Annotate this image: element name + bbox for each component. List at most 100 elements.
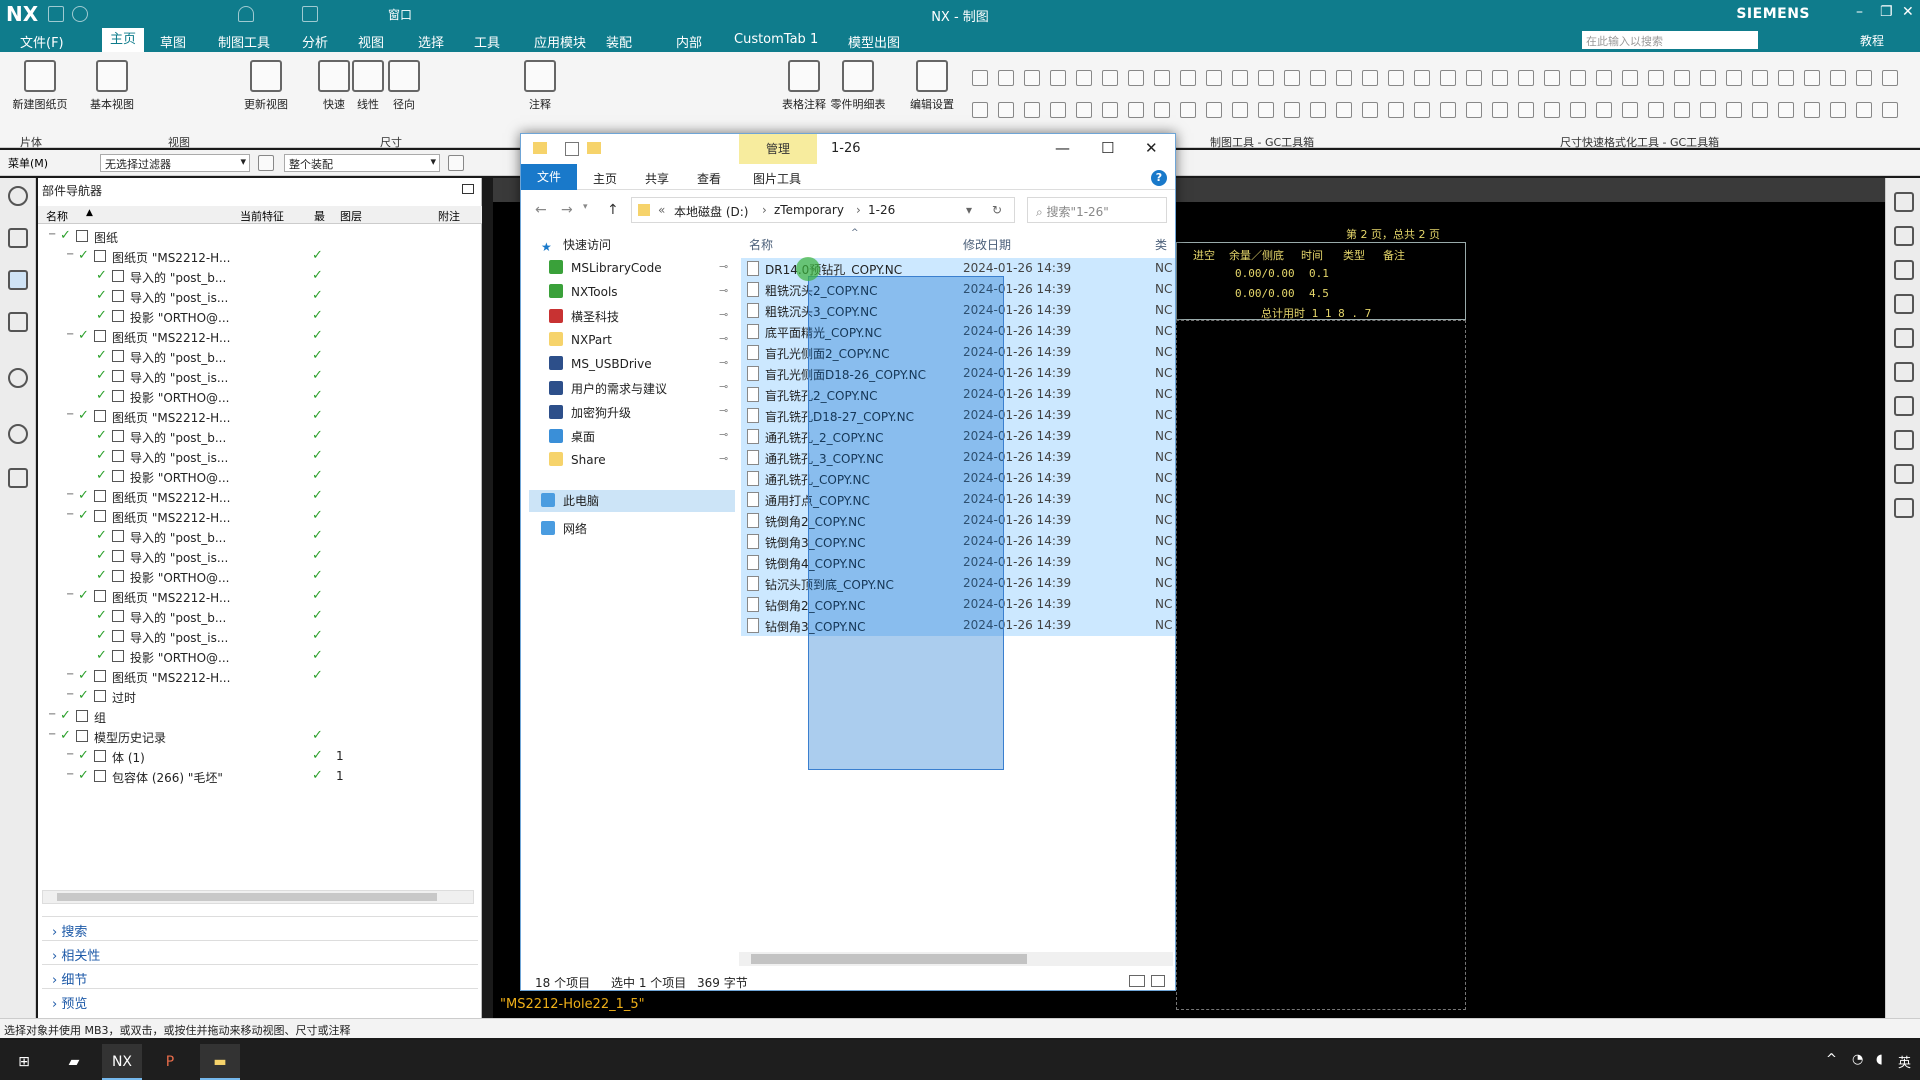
visibility-check-icon[interactable]: ✓ — [96, 368, 107, 383]
tree-row[interactable]: ✓ 导入的 "post_b... ✓ — [38, 426, 482, 446]
tree-row[interactable]: ✓ 导入的 "post_is... ✓ — [38, 546, 482, 566]
quick-access-item[interactable]: 桌面 ⊸ — [549, 428, 728, 450]
toolbar-tool-icon[interactable] — [1466, 70, 1482, 86]
tree-row[interactable]: ✓ 投影 "ORTHO@... ✓ — [38, 646, 482, 666]
filter-icon[interactable] — [258, 155, 274, 171]
back-icon[interactable]: ← — [535, 202, 547, 218]
menu-tab-5[interactable]: 视图 — [358, 32, 384, 51]
toolbar-tool-icon[interactable] — [1206, 102, 1222, 118]
visibility-check-icon[interactable]: ✓ — [96, 268, 107, 283]
ribbon-button-5[interactable]: 径向 — [376, 60, 432, 112]
col-layer[interactable]: 图层 — [340, 208, 362, 224]
large-icons-view-icon[interactable] — [1151, 975, 1165, 987]
ribbon-button-1[interactable]: 基本视图 — [84, 60, 140, 112]
dimension-icon[interactable] — [1894, 226, 1914, 246]
visibility-check-icon[interactable]: ✓ — [78, 588, 89, 603]
ribbon-button-8[interactable]: 零件明细表 — [830, 60, 886, 112]
toolbar-tool-icon[interactable] — [1700, 70, 1716, 86]
table-icon[interactable] — [1894, 328, 1914, 348]
menu-tab-6[interactable]: 选择 — [418, 32, 444, 51]
col-current-feature[interactable]: 当前特征 — [240, 208, 284, 224]
accordion-section[interactable]: › 相关性 — [42, 940, 478, 964]
pin-icon[interactable]: ⊸ — [719, 308, 728, 321]
quick-access-item[interactable]: MS_USBDrive ⊸ — [549, 356, 728, 378]
visibility-check-icon[interactable]: ✓ — [78, 768, 89, 783]
quick-access-item[interactable]: NXPart ⊸ — [549, 332, 728, 354]
toolbar-tool-icon[interactable] — [1050, 70, 1066, 86]
toolbar-tool-icon[interactable] — [1154, 102, 1170, 118]
toolbar-tool-icon[interactable] — [1570, 102, 1586, 118]
toolbar-tool-icon[interactable] — [1128, 70, 1144, 86]
tree-row[interactable]: ✓ 导入的 "post_is... ✓ — [38, 366, 482, 386]
visibility-check-icon[interactable]: ✓ — [60, 728, 71, 743]
toolbar-tool-icon[interactable] — [1414, 102, 1430, 118]
quick-access-item[interactable]: 加密狗升级 ⊸ — [549, 404, 728, 426]
toolbar-tool-icon[interactable] — [1518, 70, 1534, 86]
tree-row[interactable]: − ✓ 体 (1) ✓ 1 — [38, 746, 482, 766]
col-date[interactable]: 修改日期 — [963, 230, 1011, 256]
toolbar-tool-icon[interactable] — [1284, 70, 1300, 86]
drafting-tools-icon[interactable] — [1894, 192, 1914, 212]
annotation-icon[interactable] — [1894, 294, 1914, 314]
toolbar-tool-icon[interactable] — [1882, 70, 1898, 86]
ribbon-button-9[interactable]: 编辑设置 — [904, 60, 960, 112]
toolbar-tool-icon[interactable] — [1310, 102, 1326, 118]
toolbar-tool-icon[interactable] — [1492, 70, 1508, 86]
toolbar-tool-icon[interactable] — [1102, 70, 1118, 86]
toolbar-tool-icon[interactable] — [1388, 70, 1404, 86]
tree-row[interactable]: − ✓ 模型历史记录 ✓ — [38, 726, 482, 746]
toolbar-tool-icon[interactable] — [1076, 102, 1092, 118]
col-name[interactable]: 名称 — [749, 230, 773, 256]
navigator-scrollbar[interactable] — [42, 890, 474, 904]
toolbar-tool-icon[interactable] — [1648, 70, 1664, 86]
col-latest[interactable]: 最 — [314, 208, 325, 224]
minimize-button[interactable]: – — [1856, 4, 1863, 20]
web-browser-icon[interactable] — [8, 368, 28, 388]
tree-row[interactable]: ✓ 导入的 "post_is... ✓ — [38, 626, 482, 646]
menu-tab-3[interactable]: 制图工具 — [218, 32, 270, 51]
tools-icon[interactable] — [1894, 362, 1914, 382]
ribbon-button-2[interactable]: 更新视图 — [238, 60, 294, 112]
menu-tab-11[interactable]: CustomTab 1 — [734, 32, 818, 47]
toolbar-tool-icon[interactable] — [1544, 102, 1560, 118]
restore-button[interactable]: ❐ — [1880, 4, 1893, 20]
menu-tab-4[interactable]: 分析 — [302, 32, 328, 51]
visibility-check-icon[interactable]: ✓ — [96, 348, 107, 363]
toolbar-tool-icon[interactable] — [1102, 102, 1118, 118]
accordion-section[interactable]: › 搜索 — [42, 916, 478, 940]
toolbar-tool-icon[interactable] — [1258, 102, 1274, 118]
toolbar-tool-icon[interactable] — [1804, 102, 1820, 118]
close-button[interactable]: ✕ — [1902, 4, 1914, 20]
breadcrumb-overflow[interactable]: « — [658, 203, 665, 217]
details-view-icon[interactable] — [1129, 975, 1145, 987]
toolbar-tool-icon[interactable] — [1336, 102, 1352, 118]
toolbar-tool-icon[interactable] — [1128, 102, 1144, 118]
toolbar-tool-icon[interactable] — [1726, 102, 1742, 118]
collapse-toggle-icon[interactable]: − — [48, 729, 56, 740]
toolbar-tool-icon[interactable] — [1362, 70, 1378, 86]
toolbar-tool-icon[interactable] — [1752, 102, 1768, 118]
toolbar-tool-icon[interactable] — [1622, 102, 1638, 118]
visibility-check-icon[interactable]: ✓ — [78, 248, 89, 263]
tray-chevron-icon[interactable]: ^ — [1826, 1052, 1837, 1067]
ribbon-button-6[interactable]: 注释 — [512, 60, 568, 112]
collapse-toggle-icon[interactable]: − — [66, 689, 74, 700]
toolbar-tool-icon[interactable] — [1856, 102, 1872, 118]
visibility-check-icon[interactable]: ✓ — [96, 448, 107, 463]
toolbar-tool-icon[interactable] — [1778, 102, 1794, 118]
address-box[interactable]: « 本地磁盘 (D:) › zTemporary › 1-26 ▾ ↻ — [631, 197, 1015, 223]
toolbar-tool-icon[interactable] — [1882, 102, 1898, 118]
toolbar-tool-icon[interactable] — [1596, 102, 1612, 118]
toolbar-tool-icon[interactable] — [972, 102, 988, 118]
pin-icon[interactable]: ⊸ — [719, 332, 728, 345]
tree-row[interactable]: − ✓ 图纸页 "MS2212-H... ✓ — [38, 246, 482, 266]
tree-row[interactable]: ✓ 投影 "ORTHO@... ✓ — [38, 306, 482, 326]
toolbar-tool-icon[interactable] — [1362, 102, 1378, 118]
pin-icon[interactable]: ⊸ — [719, 452, 728, 465]
toolbar-tool-icon[interactable] — [1674, 102, 1690, 118]
visibility-check-icon[interactable]: ✓ — [78, 668, 89, 683]
collapse-toggle-icon[interactable]: − — [66, 409, 74, 420]
toolbar-tool-icon[interactable] — [1388, 102, 1404, 118]
refresh-icon[interactable]: ↻ — [992, 203, 1002, 217]
visibility-check-icon[interactable]: ✓ — [96, 528, 107, 543]
